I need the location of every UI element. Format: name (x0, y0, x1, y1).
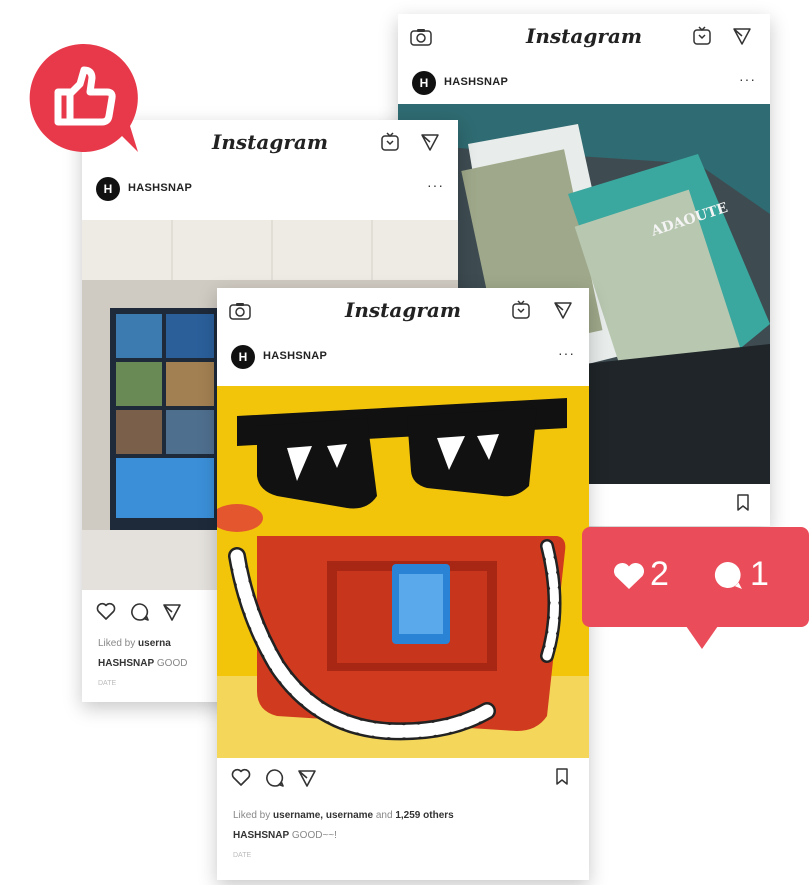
notification-bubble: 2 1 (582, 527, 809, 651)
igtv-icon[interactable] (511, 300, 531, 325)
instagram-logo: Instagram (526, 24, 642, 48)
instagram-post-card-front: Instagram H HASHSNAP ··· Liked by userna… (217, 288, 589, 880)
more-options-icon[interactable]: ··· (427, 177, 444, 193)
post-photo (217, 386, 589, 758)
thumbs-up-badge (22, 40, 142, 155)
instagram-header: Instagram (398, 14, 770, 63)
bookmark-icon[interactable] (555, 768, 569, 791)
direct-send-icon[interactable] (553, 300, 573, 325)
more-options-icon[interactable]: ··· (739, 71, 756, 87)
liked-username[interactable]: userna (138, 638, 171, 649)
avatar[interactable]: H (96, 177, 120, 201)
post-date: DATE (98, 680, 117, 687)
direct-send-icon[interactable] (732, 26, 752, 51)
post-actions (217, 758, 589, 796)
post-user-row: H HASHSNAP ··· (398, 62, 770, 104)
post-date: DATE (233, 852, 252, 859)
avatar[interactable]: H (231, 345, 255, 369)
post-caption: HASHSNAP GOOD (98, 658, 188, 669)
comment-icon[interactable] (130, 602, 150, 627)
igtv-icon[interactable] (692, 26, 712, 51)
username[interactable]: HASHSNAP (444, 76, 508, 88)
avatar[interactable]: H (412, 71, 436, 95)
more-options-icon[interactable]: ··· (558, 345, 575, 361)
instagram-header: Instagram (217, 288, 589, 337)
igtv-icon[interactable] (380, 132, 400, 157)
heart-icon (612, 561, 646, 596)
liked-others-count[interactable]: 1,259 others (395, 810, 453, 821)
likes-line: Liked by username, username and 1,259 ot… (233, 810, 454, 821)
post-user-row: H HASHSNAP ··· (217, 336, 589, 378)
like-count: 2 (650, 555, 669, 593)
comment-icon[interactable] (265, 768, 285, 793)
bookmark-icon[interactable] (736, 494, 750, 517)
post-user-row: H HASHSNAP ··· (82, 168, 458, 210)
caption-username[interactable]: HASHSNAP (233, 830, 289, 841)
share-icon[interactable] (162, 602, 182, 627)
comment-count: 1 (750, 555, 769, 593)
heart-icon[interactable] (96, 602, 116, 625)
heart-icon[interactable] (231, 768, 251, 791)
share-icon[interactable] (297, 768, 317, 793)
username[interactable]: HASHSNAP (263, 350, 327, 362)
direct-send-icon[interactable] (420, 132, 440, 157)
username[interactable]: HASHSNAP (128, 182, 192, 194)
post-caption: HASHSNAP GOOD~~! (233, 830, 337, 841)
likes-line: Liked by userna (98, 638, 171, 649)
comment-icon (712, 559, 744, 596)
instagram-logo: Instagram (345, 298, 461, 322)
liked-usernames[interactable]: username, username (273, 810, 373, 821)
caption-username[interactable]: HASHSNAP (98, 658, 154, 669)
